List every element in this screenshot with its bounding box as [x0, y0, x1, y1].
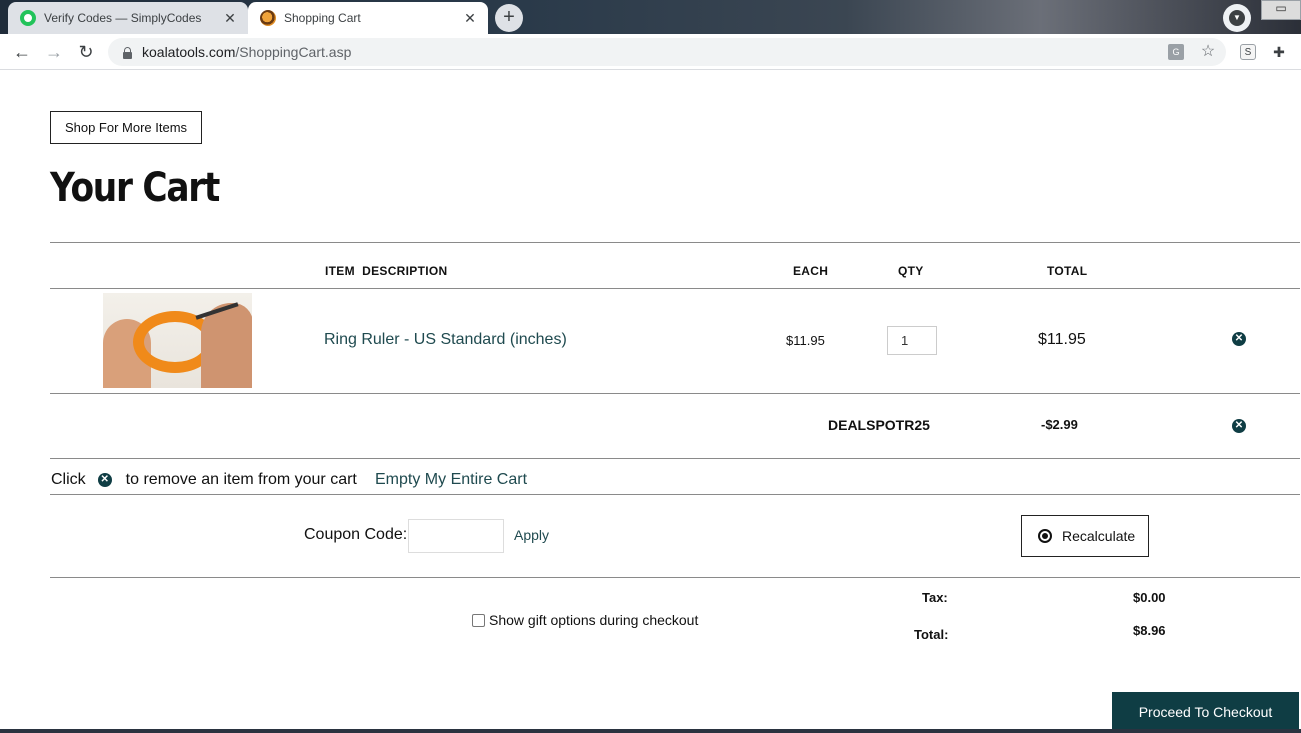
column-header-total: TOTAL	[1047, 264, 1088, 278]
close-icon[interactable]: ✕	[458, 10, 482, 27]
star-icon[interactable]: ☆	[1200, 44, 1216, 60]
remove-hint: Click ✕ to remove an item from your cart	[51, 471, 357, 489]
column-header-description: ITEM DESCRIPTION	[325, 264, 448, 278]
apply-coupon-link[interactable]: Apply	[514, 527, 549, 543]
reload-icon[interactable]: ↻	[72, 38, 100, 66]
item-name-link[interactable]: Ring Ruler - US Standard (inches)	[324, 331, 567, 349]
taskbar	[0, 729, 1301, 733]
coupon-code-input[interactable]	[408, 519, 504, 553]
hint-prefix: Click	[51, 471, 86, 488]
url-host: koalatools.com	[142, 44, 236, 60]
divider	[50, 288, 1300, 289]
applied-coupon-code: DEALSPOTR25	[828, 417, 930, 433]
extension-s-icon[interactable]: S	[1240, 44, 1256, 60]
browser-toolbar: ← → ↻ koalatools.com/ShoppingCart.asp G …	[0, 34, 1301, 70]
tab-title: Verify Codes — SimplyCodes	[44, 11, 202, 25]
remove-icon: ✕	[97, 473, 112, 487]
remove-item-icon[interactable]: ✕	[1232, 332, 1246, 346]
cart-page: Shop For More Items Your Cart ITEM DESCR…	[0, 71, 1301, 733]
total-label: Total:	[914, 627, 949, 642]
column-header-each: EACH	[793, 264, 829, 278]
divider	[50, 458, 1300, 459]
coupon-code-label: Coupon Code:	[304, 526, 408, 543]
translate-icon[interactable]: G	[1168, 44, 1184, 60]
coupon-discount-amount: -$2.99	[1041, 417, 1078, 432]
gift-options-label: Show gift options during checkout	[489, 612, 699, 628]
item-total-price: $11.95	[1038, 331, 1086, 348]
divider	[50, 242, 1300, 243]
profile-button[interactable]: ▼	[1223, 4, 1251, 32]
product-image[interactable]	[103, 293, 252, 388]
tax-label: Tax:	[922, 590, 948, 605]
remove-coupon-icon[interactable]: ✕	[1232, 419, 1246, 433]
recalculate-label: Recalculate	[1062, 528, 1136, 544]
url-path: /ShoppingCart.asp	[235, 44, 352, 60]
chevron-down-icon: ▼	[1229, 10, 1245, 26]
page-title: Your Cart	[50, 165, 220, 211]
recalculate-button[interactable]: Recalculate	[1021, 515, 1149, 557]
empty-cart-link[interactable]: Empty My Entire Cart	[375, 471, 527, 489]
back-arrow-icon[interactable]: ←	[8, 38, 36, 66]
proceed-to-checkout-button[interactable]: Proceed To Checkout	[1112, 692, 1299, 733]
koala-icon	[260, 10, 276, 26]
divider	[50, 494, 1300, 495]
minimize-icon[interactable]: ▭	[1261, 0, 1301, 20]
quantity-input[interactable]	[887, 326, 937, 355]
tax-value: $0.00	[1133, 590, 1166, 605]
puzzle-icon[interactable]: ✚	[1271, 44, 1287, 60]
recalculate-icon	[1038, 529, 1052, 543]
browser-tabstrip: Verify Codes — SimplyCodes ✕ Shopping Ca…	[0, 0, 1301, 34]
new-tab-button[interactable]: +	[495, 4, 523, 32]
divider	[50, 393, 1300, 394]
forward-arrow-icon[interactable]: →	[40, 38, 68, 66]
item-each-price: $11.95	[786, 333, 825, 348]
tab-title: Shopping Cart	[284, 11, 361, 25]
shop-more-button[interactable]: Shop For More Items	[50, 111, 202, 144]
gift-options-option[interactable]: Show gift options during checkout	[472, 612, 698, 628]
tab-verify-codes[interactable]: Verify Codes — SimplyCodes ✕	[8, 2, 248, 34]
address-bar[interactable]: koalatools.com/ShoppingCart.asp G ☆	[108, 38, 1226, 66]
total-value: $8.96	[1133, 623, 1166, 638]
divider	[50, 577, 1300, 578]
hint-suffix: to remove an item from your cart	[125, 471, 357, 488]
close-icon[interactable]: ✕	[218, 10, 242, 27]
simplycodes-icon	[20, 10, 36, 26]
lock-icon	[120, 45, 134, 59]
gift-options-checkbox[interactable]	[472, 613, 485, 627]
tab-shopping-cart[interactable]: Shopping Cart ✕	[248, 2, 488, 34]
column-header-qty: QTY	[898, 264, 924, 278]
